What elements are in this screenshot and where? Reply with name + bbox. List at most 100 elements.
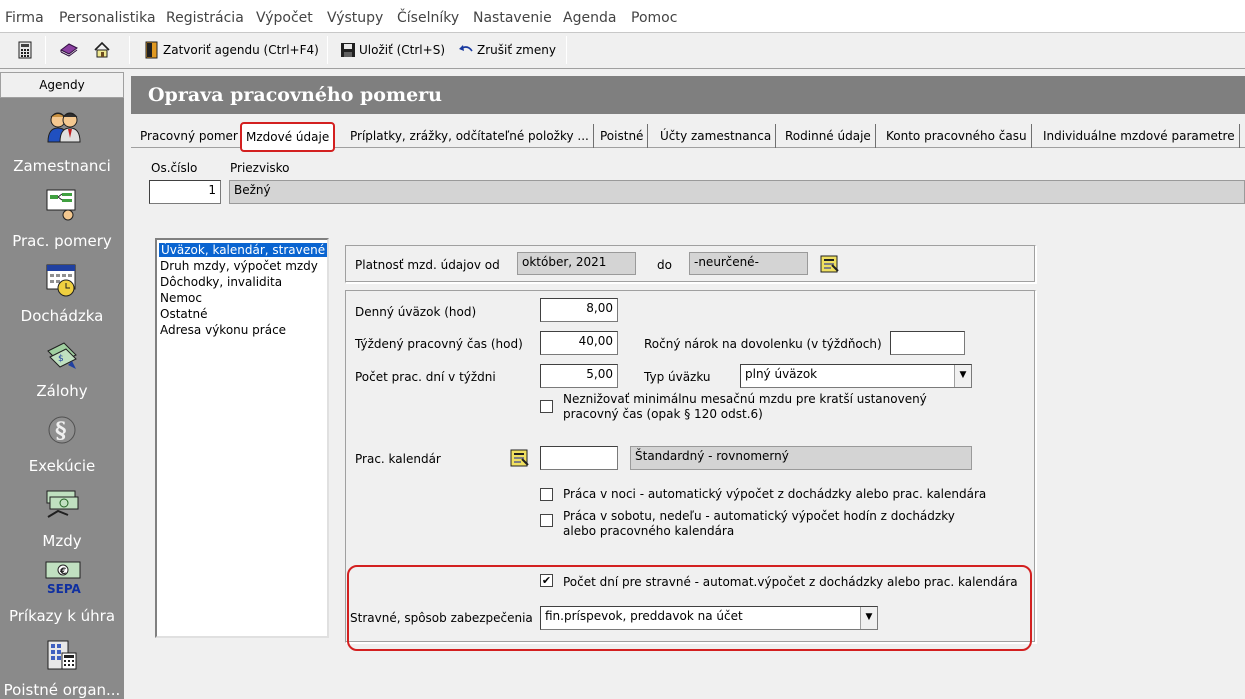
tyzdenny-cas-field[interactable]: 40,00 — [540, 331, 618, 355]
validity-lookup-button[interactable] — [818, 253, 840, 275]
stravne-sposob-value: fin.príspevok, preddavok na účet — [545, 609, 743, 623]
books-button[interactable] — [57, 37, 81, 63]
sepa-icon[interactable]: € SEPA — [44, 560, 82, 596]
cancel-changes-label: Zrušiť zmeny — [477, 43, 556, 57]
work-contracts-icon[interactable] — [44, 187, 80, 221]
list-item-uvazok[interactable]: Úväzok, kalendár, stravené — [159, 243, 328, 257]
prac-kalendar-name-field: Štandardný - rovnomerný — [630, 446, 972, 470]
menu-vypocet[interactable]: Výpočet — [256, 10, 313, 26]
tab-individualne-parametre[interactable]: Individuálne mzdové parametre — [1039, 124, 1240, 148]
sidebar-item-zamestnanci[interactable]: Zamestnanci — [0, 157, 124, 175]
wages-icon[interactable] — [44, 487, 80, 521]
calculator-button[interactable] — [14, 37, 36, 63]
calendar-lookup-icon — [820, 255, 839, 273]
os-cislo-label: Os.číslo — [151, 161, 198, 175]
rocny-narok-field[interactable] — [890, 331, 965, 355]
dropdown-arrow-icon[interactable]: ▼ — [860, 607, 877, 629]
sidebar-item-dochadzka[interactable]: Dochádzka — [0, 307, 124, 325]
priezvisko-label: Priezvisko — [230, 161, 290, 175]
save-button[interactable]: Uložiť (Ctrl+S) — [340, 37, 445, 63]
tab-konto-pracovneho-casu[interactable]: Konto pracovného času — [882, 124, 1032, 148]
typ-uvazku-value: plný úväzok — [745, 367, 818, 381]
calendar-lookup-button[interactable] — [508, 447, 530, 469]
books-icon — [60, 43, 78, 57]
attendance-icon[interactable] — [44, 262, 80, 297]
denny-uvazok-label: Denný úväzok (hod) — [355, 305, 477, 319]
sidebar-item-exekucie[interactable]: Exekúcie — [0, 457, 124, 475]
stravne-pocet-checkbox[interactable]: ✔ — [540, 574, 553, 587]
tab-priplatky[interactable]: Príplatky, zrážky, odčítateľné položky .… — [346, 124, 594, 148]
menu-nastavenie[interactable]: Nastavenie — [473, 10, 552, 26]
praca-v-noci-label: Práca v noci - automatický výpočet z doc… — [563, 487, 987, 501]
tab-poistne[interactable]: Poistné — [596, 124, 649, 148]
validity-to-field: -neurčené- — [689, 252, 808, 275]
tab-ucty-zamestnanca[interactable]: Účty zamestnanca — [656, 124, 777, 148]
menu-vystupy[interactable]: Výstupy — [327, 10, 383, 26]
menu-pomoc[interactable]: Pomoc — [631, 10, 677, 26]
toolbar-separator — [45, 36, 46, 64]
denny-uvazok-field[interactable]: 8,00 — [540, 298, 618, 322]
door-exit-icon — [145, 41, 158, 59]
svg-text:$: $ — [58, 354, 64, 364]
toolbar-separator — [129, 36, 130, 64]
toolbar-bottom-divider — [0, 68, 1245, 69]
typ-uvazku-label: Typ úväzku — [644, 370, 711, 384]
menu-personalistika[interactable]: Personalistika — [59, 10, 156, 26]
os-cislo-field[interactable]: 1 — [149, 180, 221, 204]
employees-icon[interactable] — [44, 108, 81, 143]
stravne-pocet-label: Počet dní pre stravné - automat.výpočet … — [563, 575, 1018, 589]
list-item-dochodky[interactable]: Dôchodky, invalidita — [160, 275, 282, 289]
cancel-changes-button[interactable]: Zrušiť zmeny — [458, 37, 556, 63]
praca-v-sobotu-label: Práca v sobotu, nedeľu - automatický výp… — [563, 509, 955, 538]
sidebar-item-prac-pomery[interactable]: Prac. pomery — [0, 232, 124, 250]
praca-v-sobotu-checkbox[interactable] — [540, 514, 553, 527]
list-item-nemoc[interactable]: Nemoc — [160, 291, 202, 305]
undo-icon — [459, 45, 473, 52]
stravne-sposob-label: Stravné, spôsob zabezpečenia — [350, 611, 533, 625]
home-button[interactable] — [90, 37, 114, 63]
svg-text:§: § — [55, 418, 67, 444]
home-icon — [94, 41, 110, 58]
calculator-icon — [18, 41, 32, 59]
sidebar-header: Agendy — [0, 72, 124, 98]
dropdown-arrow-icon[interactable]: ▼ — [954, 365, 971, 387]
menu-firma[interactable]: Firma — [5, 10, 44, 26]
menu-agenda[interactable]: Agenda — [563, 10, 616, 26]
praca-v-noci-checkbox[interactable] — [540, 488, 553, 501]
tab-pracovny-pomer[interactable]: Pracovný pomer — [136, 124, 243, 148]
close-agenda-label: Zatvoriť agendu (Ctrl+F4) — [163, 43, 319, 57]
close-agenda-button[interactable]: Zatvoriť agendu (Ctrl+F4) — [145, 37, 319, 63]
validity-to-label: do — [657, 258, 672, 272]
neznizovat-checkbox[interactable] — [540, 400, 553, 413]
menu-registracia[interactable]: Registrácia — [166, 10, 244, 26]
stravne-sposob-select[interactable]: fin.príspevok, preddavok na účet ▼ — [540, 606, 878, 630]
sepa-text: SEPA — [47, 582, 82, 596]
calendar-lookup-icon — [510, 449, 529, 467]
list-item-adresa[interactable]: Adresa výkonu práce — [160, 323, 286, 337]
tab-rodinne-udaje[interactable]: Rodinné údaje — [781, 124, 876, 148]
tab-mzdove-udaje[interactable]: Mzdové údaje — [240, 122, 336, 152]
toolbar-top-divider — [0, 32, 1245, 33]
save-label: Uložiť (Ctrl+S) — [359, 43, 445, 57]
priezvisko-field: Bežný — [229, 180, 1245, 204]
floppy-disk-icon — [341, 43, 355, 57]
prac-kalendar-code-field[interactable] — [540, 446, 618, 470]
typ-uvazku-select[interactable]: plný úväzok ▼ — [740, 364, 972, 388]
insurance-orgs-icon[interactable] — [44, 637, 80, 671]
sidebar-item-prikazy[interactable]: Príkazy k úhra — [0, 607, 124, 625]
toolbar-separator — [566, 36, 567, 64]
execution-icon[interactable]: § — [44, 412, 80, 446]
euro-symbol: € — [59, 567, 66, 577]
sidebar-item-poistne-organ[interactable]: Poistné organ... — [0, 681, 124, 699]
validity-from-label: Platnosť mzd. údajov od — [355, 258, 500, 272]
pocet-dni-field[interactable]: 5,00 — [540, 364, 618, 388]
sidebar-item-mzdy[interactable]: Mzdy — [0, 532, 124, 550]
list-item-druh-mzdy[interactable]: Druh mzdy, výpočet mzdy — [160, 259, 318, 273]
page-title: Oprava pracovného pomeru — [131, 76, 1245, 114]
sidebar-item-zalohy[interactable]: Zálohy — [0, 382, 124, 400]
menu-ciselniky[interactable]: Číselníky — [397, 10, 459, 26]
toolbar-separator — [327, 36, 328, 64]
tyzdenny-cas-label: Týždený pracovný čas (hod) — [355, 337, 523, 351]
list-item-ostatne[interactable]: Ostatné — [160, 307, 207, 321]
advances-icon[interactable]: $ — [44, 337, 80, 371]
